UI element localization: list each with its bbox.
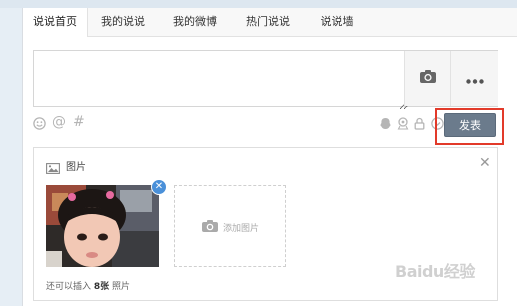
publish-button[interactable]: 发表	[444, 113, 496, 137]
photo-thumbnail[interactable]	[46, 185, 159, 267]
camera-icon	[419, 69, 437, 88]
composer-toolbar: @ #	[33, 114, 496, 134]
tab-bar: 说说首页 我的说说 我的微博 热门说说 说说墙	[23, 8, 517, 37]
lock-icon[interactable]	[414, 117, 425, 134]
tab-shuoshuo-wall[interactable]: 说说墙	[308, 8, 366, 36]
more-button[interactable]	[450, 51, 498, 106]
image-icon	[46, 159, 60, 178]
close-icon[interactable]: ✕	[479, 156, 491, 170]
location-icon[interactable]	[397, 117, 409, 134]
photo-button[interactable]	[404, 51, 450, 106]
at-icon[interactable]: @	[52, 115, 66, 129]
camera-icon	[201, 218, 219, 237]
smiley-icon[interactable]	[33, 117, 46, 134]
composer	[33, 50, 498, 110]
remaining-photos-text: 还可以插入 8张 照片	[46, 279, 130, 292]
photo-section-label: 图片	[66, 162, 86, 173]
hash-icon[interactable]: #	[73, 115, 85, 129]
add-photo-label: 添加图片	[223, 224, 260, 234]
remaining-suffix: 照片	[112, 282, 131, 292]
tab-my-weibo[interactable]: 我的微博	[163, 8, 227, 36]
more-icon	[465, 69, 484, 88]
tab-hot-shuoshuo[interactable]: 热门说说	[236, 8, 300, 36]
qzone-icon[interactable]	[379, 117, 392, 134]
watermark-logo: Baidu经验	[395, 262, 475, 281]
status-input[interactable]	[34, 51, 408, 110]
remove-photo-button[interactable]: ✕	[151, 179, 167, 195]
add-photo-button[interactable]: 添加图片	[174, 185, 286, 267]
tab-home[interactable]: 说说首页	[23, 8, 88, 37]
tab-my-shuoshuo[interactable]: 我的说说	[91, 8, 155, 36]
remaining-count: 8张	[93, 282, 110, 292]
remaining-prefix: 还可以插入	[46, 282, 92, 292]
top-strip	[0, 0, 517, 8]
